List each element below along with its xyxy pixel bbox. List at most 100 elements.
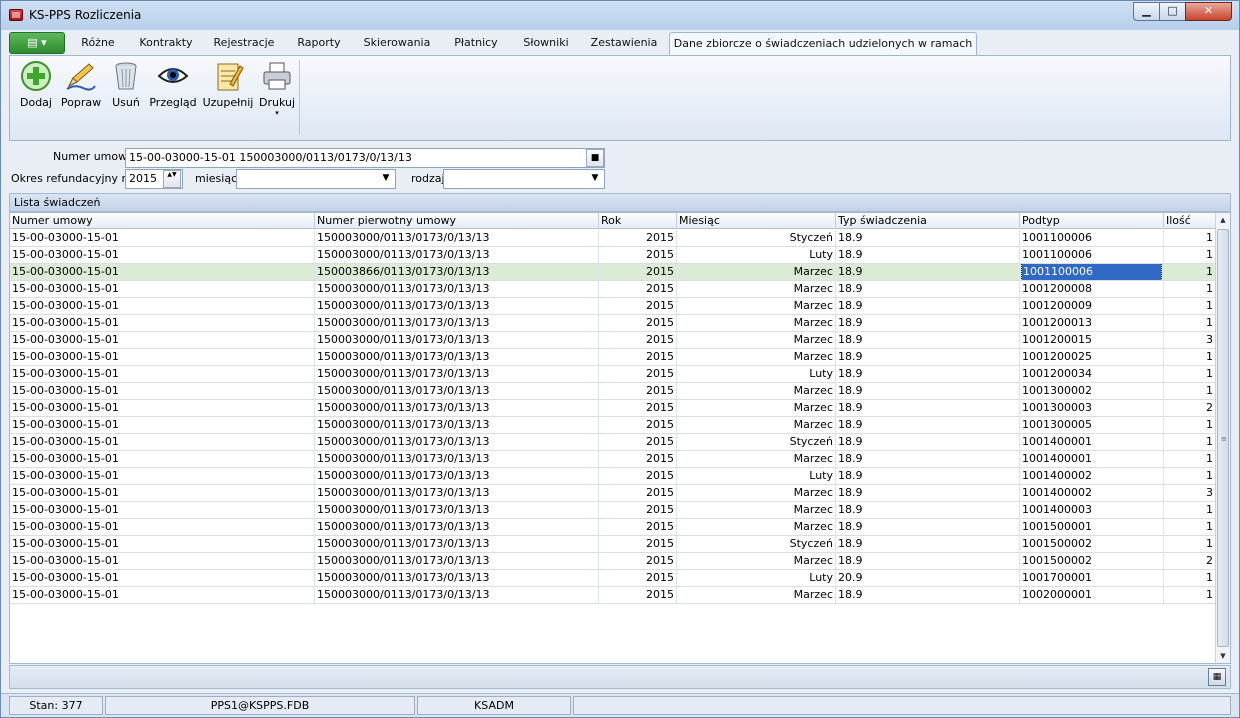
edit-button[interactable]: Popraw	[58, 60, 104, 109]
cell-service-type[interactable]: 18.9	[836, 553, 1020, 569]
cell-month[interactable]: Marzec	[677, 281, 836, 297]
cell-subtype[interactable]: 1001400001	[1020, 451, 1164, 467]
cell-contract-number[interactable]: 15-00-03000-15-01	[10, 230, 315, 246]
cell-subtype[interactable]: 1001200025	[1020, 349, 1164, 365]
cell-contract-number[interactable]: 15-00-03000-15-01	[10, 383, 315, 399]
cell-month[interactable]: Styczeń	[677, 434, 836, 450]
table-row[interactable]: 15-00-03000-15-01 150003000/0113/0173/0/1…	[10, 366, 1216, 383]
table-row[interactable]: 15-00-03000-15-01 150003000/0113/0173/0/1…	[10, 451, 1216, 468]
cell-month[interactable]: Marzec	[677, 553, 836, 569]
table-row[interactable]: 15-00-03000-15-01 150003866/0113/0173/0/1…	[10, 264, 1216, 281]
cell-original-contract[interactable]: 150003000/0113/0173/0/13/13	[315, 298, 599, 314]
cell-year[interactable]: 2015	[599, 570, 677, 586]
cell-service-type[interactable]: 18.9	[836, 502, 1020, 518]
add-button[interactable]: Dodaj	[16, 60, 56, 109]
cell-subtype[interactable]: 1001400003	[1020, 502, 1164, 518]
cell-subtype[interactable]: 1001100006	[1020, 230, 1164, 246]
cell-original-contract[interactable]: 150003000/0113/0173/0/13/13	[315, 587, 599, 603]
cell-original-contract[interactable]: 150003000/0113/0173/0/13/13	[315, 468, 599, 484]
cell-month[interactable]: Marzec	[677, 417, 836, 433]
type-dropdown-icon[interactable]: ▼	[586, 170, 604, 188]
cell-subtype[interactable]: 1001400002	[1020, 468, 1164, 484]
cell-service-type[interactable]: 18.9	[836, 468, 1020, 484]
cell-service-type[interactable]: 20.9	[836, 570, 1020, 586]
cell-month[interactable]: Styczeń	[677, 536, 836, 552]
cell-month[interactable]: Marzec	[677, 264, 836, 280]
cell-year[interactable]: 2015	[599, 485, 677, 501]
tab-rejestracje[interactable]: Rejestracje	[207, 32, 281, 55]
cell-month[interactable]: Luty	[677, 247, 836, 263]
cell-year[interactable]: 2015	[599, 315, 677, 331]
cell-year[interactable]: 2015	[599, 383, 677, 399]
year-spin-button[interactable]: ▲▼	[163, 170, 181, 188]
cell-quantity[interactable]: 1	[1164, 451, 1216, 467]
tab-slowniki[interactable]: Słowniki	[513, 32, 579, 55]
cell-month[interactable]: Marzec	[677, 485, 836, 501]
table-row[interactable]: 15-00-03000-15-01 150003000/0113/0173/0/1…	[10, 332, 1216, 349]
preview-button[interactable]: Przegląd	[148, 60, 198, 109]
cell-service-type[interactable]: 18.9	[836, 366, 1020, 382]
table-row[interactable]: 15-00-03000-15-01 150003000/0113/0173/0/1…	[10, 400, 1216, 417]
cell-month[interactable]: Marzec	[677, 451, 836, 467]
cell-subtype[interactable]: 1001400001	[1020, 434, 1164, 450]
cell-contract-number[interactable]: 15-00-03000-15-01	[10, 468, 315, 484]
cell-original-contract[interactable]: 150003000/0113/0173/0/13/13	[315, 349, 599, 365]
minimize-button[interactable]: ▁	[1133, 2, 1160, 21]
table-row[interactable]: 15-00-03000-15-01 150003000/0113/0173/0/1…	[10, 570, 1216, 587]
cell-contract-number[interactable]: 15-00-03000-15-01	[10, 400, 315, 416]
cell-subtype[interactable]: 1001300005	[1020, 417, 1164, 433]
cell-contract-number[interactable]: 15-00-03000-15-01	[10, 485, 315, 501]
scroll-thumb[interactable]: ≡	[1217, 229, 1229, 647]
table-row[interactable]: 15-00-03000-15-01 150003000/0113/0173/0/1…	[10, 315, 1216, 332]
cell-year[interactable]: 2015	[599, 298, 677, 314]
cell-subtype[interactable]: 1001500002	[1020, 536, 1164, 552]
cell-contract-number[interactable]: 15-00-03000-15-01	[10, 587, 315, 603]
cell-month[interactable]: Luty	[677, 468, 836, 484]
col-subtype[interactable]: Podtyp	[1020, 213, 1164, 229]
cell-original-contract[interactable]: 150003866/0113/0173/0/13/13	[315, 264, 599, 280]
cell-original-contract[interactable]: 150003000/0113/0173/0/13/13	[315, 332, 599, 348]
table-row[interactable]: 15-00-03000-15-01 150003000/0113/0173/0/1…	[10, 519, 1216, 536]
cell-quantity[interactable]: 1	[1164, 383, 1216, 399]
cell-original-contract[interactable]: 150003000/0113/0173/0/13/13	[315, 451, 599, 467]
cell-year[interactable]: 2015	[599, 587, 677, 603]
cell-service-type[interactable]: 18.9	[836, 417, 1020, 433]
month-select[interactable]	[236, 169, 396, 189]
cell-quantity[interactable]: 1	[1164, 281, 1216, 297]
cell-month[interactable]: Luty	[677, 570, 836, 586]
cell-year[interactable]: 2015	[599, 519, 677, 535]
cell-year[interactable]: 2015	[599, 451, 677, 467]
cell-contract-number[interactable]: 15-00-03000-15-01	[10, 536, 315, 552]
cell-quantity[interactable]: 1	[1164, 349, 1216, 365]
cell-quantity[interactable]: 1	[1164, 264, 1216, 280]
col-quantity[interactable]: Ilość	[1164, 213, 1216, 229]
cell-original-contract[interactable]: 150003000/0113/0173/0/13/13	[315, 281, 599, 297]
cell-contract-number[interactable]: 15-00-03000-15-01	[10, 519, 315, 535]
cell-year[interactable]: 2015	[599, 264, 677, 280]
print-dropdown-icon[interactable]: ▾	[256, 109, 298, 117]
cell-contract-number[interactable]: 15-00-03000-15-01	[10, 298, 315, 314]
cell-original-contract[interactable]: 150003000/0113/0173/0/13/13	[315, 553, 599, 569]
cell-original-contract[interactable]: 150003000/0113/0173/0/13/13	[315, 366, 599, 382]
cell-service-type[interactable]: 18.9	[836, 485, 1020, 501]
cell-contract-number[interactable]: 15-00-03000-15-01	[10, 315, 315, 331]
scroll-down-icon[interactable]: ▼	[1216, 649, 1230, 663]
cell-year[interactable]: 2015	[599, 247, 677, 263]
cell-original-contract[interactable]: 150003000/0113/0173/0/13/13	[315, 485, 599, 501]
table-row[interactable]: 15-00-03000-15-01 150003000/0113/0173/0/1…	[10, 247, 1216, 264]
cell-service-type[interactable]: 18.9	[836, 349, 1020, 365]
cell-contract-number[interactable]: 15-00-03000-15-01	[10, 451, 315, 467]
vertical-scrollbar[interactable]: ▲ ≡ ▼	[1215, 213, 1230, 663]
cell-contract-number[interactable]: 15-00-03000-15-01	[10, 264, 315, 280]
cell-quantity[interactable]: 1	[1164, 230, 1216, 246]
cell-quantity[interactable]: 1	[1164, 315, 1216, 331]
cell-contract-number[interactable]: 15-00-03000-15-01	[10, 247, 315, 263]
cell-subtype[interactable]: 1001200009	[1020, 298, 1164, 314]
cell-service-type[interactable]: 18.9	[836, 298, 1020, 314]
cell-year[interactable]: 2015	[599, 281, 677, 297]
cell-quantity[interactable]: 1	[1164, 519, 1216, 535]
table-row[interactable]: 15-00-03000-15-01 150003000/0113/0173/0/1…	[10, 281, 1216, 298]
print-button[interactable]: Drukuj ▾	[256, 60, 298, 117]
cell-quantity[interactable]: 1	[1164, 502, 1216, 518]
cell-year[interactable]: 2015	[599, 502, 677, 518]
